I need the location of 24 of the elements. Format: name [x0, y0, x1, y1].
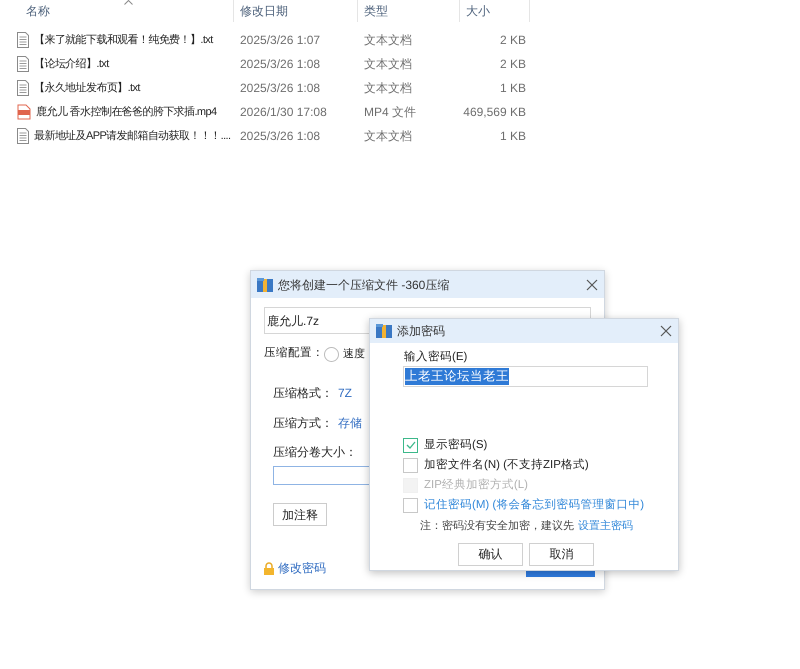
modified-date: 2025/3/26 1:08	[239, 56, 322, 73]
window-title: 添加密码	[397, 323, 446, 340]
note-text: 注：密码没有安全加密，建议先	[420, 518, 574, 534]
split-label: 压缩分卷大小：	[273, 444, 357, 461]
file-type: MP4 文件	[363, 104, 418, 121]
file-type: 文本文档	[363, 32, 413, 49]
method-label: 压缩方式：	[273, 415, 334, 432]
selected-text: 上老王论坛当老王	[405, 368, 509, 386]
file-size: 1 KB	[498, 80, 526, 97]
modified-date: 2025/3/26 1:08	[239, 80, 322, 97]
window-title: 您将创建一个压缩文件 -360压缩	[278, 276, 450, 294]
file-type: 文本文档	[363, 80, 413, 97]
file-size: 1 KB	[498, 128, 526, 145]
config-label: 压缩配置：	[264, 346, 320, 362]
password-label: 输入密码(E)	[404, 349, 468, 365]
modified-date: 2025/3/26 1:08	[239, 128, 322, 145]
modified-date: 2025/3/26 1:07	[239, 32, 322, 49]
modified-date: 2026/1/30 17:08	[239, 104, 328, 121]
file-size: 469,569 KB	[462, 104, 526, 121]
file-type: 文本文档	[363, 56, 413, 73]
file-type: 文本文档	[363, 128, 413, 145]
format-label: 压缩格式：	[273, 385, 334, 402]
file-size: 2 KB	[498, 56, 526, 73]
file-size: 2 KB	[498, 32, 526, 49]
